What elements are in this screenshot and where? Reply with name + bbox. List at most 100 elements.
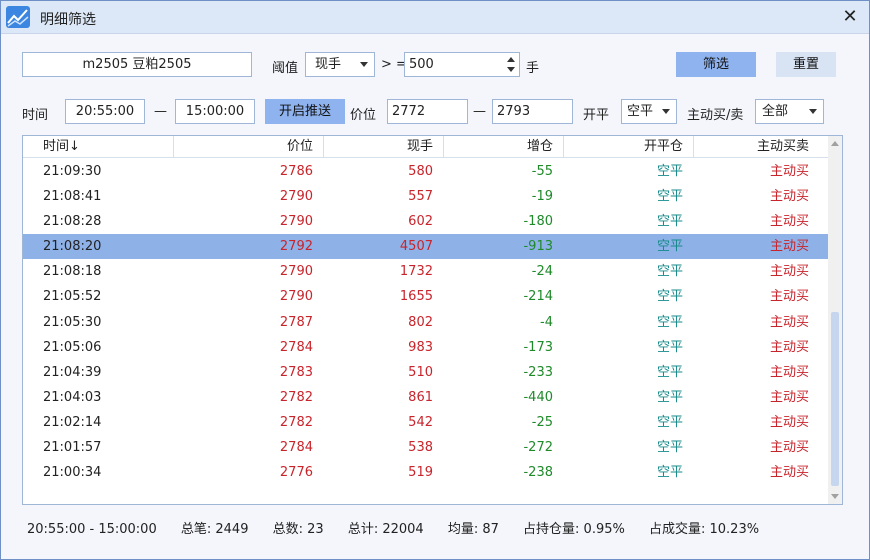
cell-volume: 1655 <box>399 289 433 305</box>
scroll-up-icon[interactable] <box>831 141 839 146</box>
side-label: 主动买/卖 <box>687 108 744 123</box>
open-close-select[interactable]: 空平 <box>621 99 677 124</box>
cell-volume: 4507 <box>399 239 433 255</box>
threshold-type-select[interactable]: 现手 <box>305 52 375 77</box>
cell-open-close: 空平 <box>656 164 683 179</box>
close-icon[interactable]: ✕ <box>839 6 861 28</box>
open-close-value: 空平 <box>627 104 654 119</box>
side-select[interactable]: 全部 <box>755 99 824 124</box>
time-from-input[interactable]: 20:55:00 <box>65 99 145 124</box>
spin-up-icon[interactable] <box>507 57 515 62</box>
scrollbar-thumb[interactable] <box>831 312 839 486</box>
table-row-selected[interactable]: 21:08:20 2792 4507 -913 空平 主动买 <box>23 234 829 260</box>
cell-price: 2776 <box>279 465 313 481</box>
scroll-down-icon[interactable] <box>831 494 839 499</box>
cell-time: 21:08:41 <box>43 189 102 205</box>
vertical-scrollbar[interactable] <box>828 136 842 504</box>
price-label: 价位 <box>350 108 377 123</box>
chevron-down-icon <box>662 109 670 114</box>
spin-down-icon[interactable] <box>507 67 515 72</box>
cell-volume: 519 <box>408 465 433 481</box>
column-header-side[interactable]: 主动买卖 <box>693 136 829 158</box>
column-header-volume[interactable]: 现手 <box>323 136 443 158</box>
cell-time: 21:05:06 <box>43 339 102 355</box>
cell-volume: 1732 <box>399 264 433 280</box>
threshold-value-input[interactable]: 500 <box>404 52 505 77</box>
cell-time: 21:02:14 <box>43 414 102 430</box>
price-from-input[interactable]: 2772 <box>387 99 468 124</box>
cell-open-close: 空平 <box>656 314 683 330</box>
cell-oi-change: -238 <box>523 465 553 481</box>
table-row[interactable]: 21:04:39 2783 510 -233 空平 主动买 <box>23 360 829 385</box>
table-row[interactable]: 21:00:34 2776 519 -238 空平 主动买 <box>23 460 829 485</box>
cell-price: 2784 <box>279 440 313 456</box>
cell-price: 2784 <box>279 339 313 355</box>
cell-open-close: 空平 <box>656 389 683 405</box>
column-header-time[interactable]: 时间↓ <box>23 136 173 158</box>
time-range-dash: — <box>154 104 167 119</box>
cell-side: 主动买 <box>769 414 809 430</box>
cell-side: 主动买 <box>769 440 809 456</box>
cell-price: 2790 <box>279 264 313 280</box>
cell-oi-change: -180 <box>523 214 553 230</box>
column-header-open-close[interactable]: 开平仓 <box>563 136 693 158</box>
cell-side: 主动买 <box>769 289 809 305</box>
enable-push-button[interactable]: 开启推送 <box>265 99 345 124</box>
time-label: 时间 <box>22 108 49 123</box>
cell-side: 主动买 <box>769 314 809 330</box>
contract-field[interactable]: m2505 豆粕2505 <box>22 52 252 77</box>
cell-oi-change: -55 <box>531 164 553 179</box>
cell-side: 主动买 <box>769 164 809 179</box>
cell-open-close: 空平 <box>656 214 683 230</box>
cell-open-close: 空平 <box>656 239 683 255</box>
reset-button[interactable]: 重置 <box>776 52 836 77</box>
threshold-label: 阈值 <box>272 61 299 76</box>
table-row[interactable]: 21:08:28 2790 602 -180 空平 主动买 <box>23 209 829 234</box>
table-row[interactable]: 21:04:03 2782 861 -440 空平 主动买 <box>23 385 829 410</box>
table-row[interactable]: 21:05:06 2784 983 -173 空平 主动买 <box>23 335 829 360</box>
column-header-price[interactable]: 价位 <box>173 136 323 158</box>
cell-open-close: 空平 <box>656 189 683 205</box>
cell-time: 21:05:52 <box>43 289 102 305</box>
cell-oi-change: -173 <box>523 339 553 355</box>
cell-price: 2782 <box>279 389 313 405</box>
table-header: 时间↓ 价位 现手 增仓 开平仓 主动买卖 <box>23 136 829 158</box>
cell-volume: 538 <box>408 440 433 456</box>
column-header-oi-change[interactable]: 增仓 <box>443 136 563 158</box>
cell-open-close: 空平 <box>656 289 683 305</box>
table-row[interactable]: 21:02:14 2782 542 -25 空平 主动买 <box>23 410 829 435</box>
chevron-down-icon <box>809 109 817 114</box>
cell-time: 21:04:39 <box>43 364 102 380</box>
table-row[interactable]: 21:01:57 2784 538 -272 空平 主动买 <box>23 435 829 460</box>
summary-total-trades: 总笔: 2449 <box>180 522 249 537</box>
side-value: 全部 <box>762 104 789 119</box>
summary-total: 总计: 22004 <box>347 522 424 537</box>
cell-open-close: 空平 <box>656 440 683 456</box>
cell-side: 主动买 <box>769 465 809 481</box>
table-row[interactable]: 21:05:52 2790 1655 -214 空平 主动买 <box>23 284 829 309</box>
unit-label: 手 <box>526 61 540 76</box>
threshold-spinner[interactable] <box>504 52 520 77</box>
cell-price: 2782 <box>279 414 313 430</box>
open-close-label: 开平 <box>583 108 610 123</box>
cell-volume: 983 <box>408 339 433 355</box>
cell-volume: 580 <box>408 164 433 179</box>
table-row[interactable]: 21:08:41 2790 557 -19 空平 主动买 <box>23 184 829 209</box>
chart-app-icon <box>6 6 30 28</box>
cell-oi-change: -19 <box>531 189 553 205</box>
detail-filter-window: 明细筛选 ✕ m2505 豆粕2505 阈值 现手 > = 500 手 筛选 重… <box>0 0 870 560</box>
cell-volume: 510 <box>408 364 433 380</box>
time-to-input[interactable]: 15:00:00 <box>175 99 255 124</box>
cell-oi-change: -25 <box>531 414 553 430</box>
cell-side: 主动买 <box>769 264 809 280</box>
table-row[interactable]: 21:09:30 2786 580 -55 空平 主动买 <box>23 159 829 184</box>
price-to-input[interactable]: 2793 <box>492 99 573 124</box>
table-body: 21:09:30 2786 580 -55 空平 主动买 21:08:41 2790 557-… <box>23 159 829 485</box>
cell-open-close: 空平 <box>656 264 683 280</box>
cell-oi-change: -214 <box>523 289 553 305</box>
table-row[interactable]: 21:08:18 2790 1732 -24 空平 主动买 <box>23 259 829 284</box>
cell-volume: 557 <box>408 189 433 205</box>
filter-button[interactable]: 筛选 <box>676 52 756 77</box>
table-row[interactable]: 21:05:30 2787 802 -4 空平 主动买 <box>23 310 829 335</box>
cell-time: 21:01:57 <box>43 440 102 456</box>
